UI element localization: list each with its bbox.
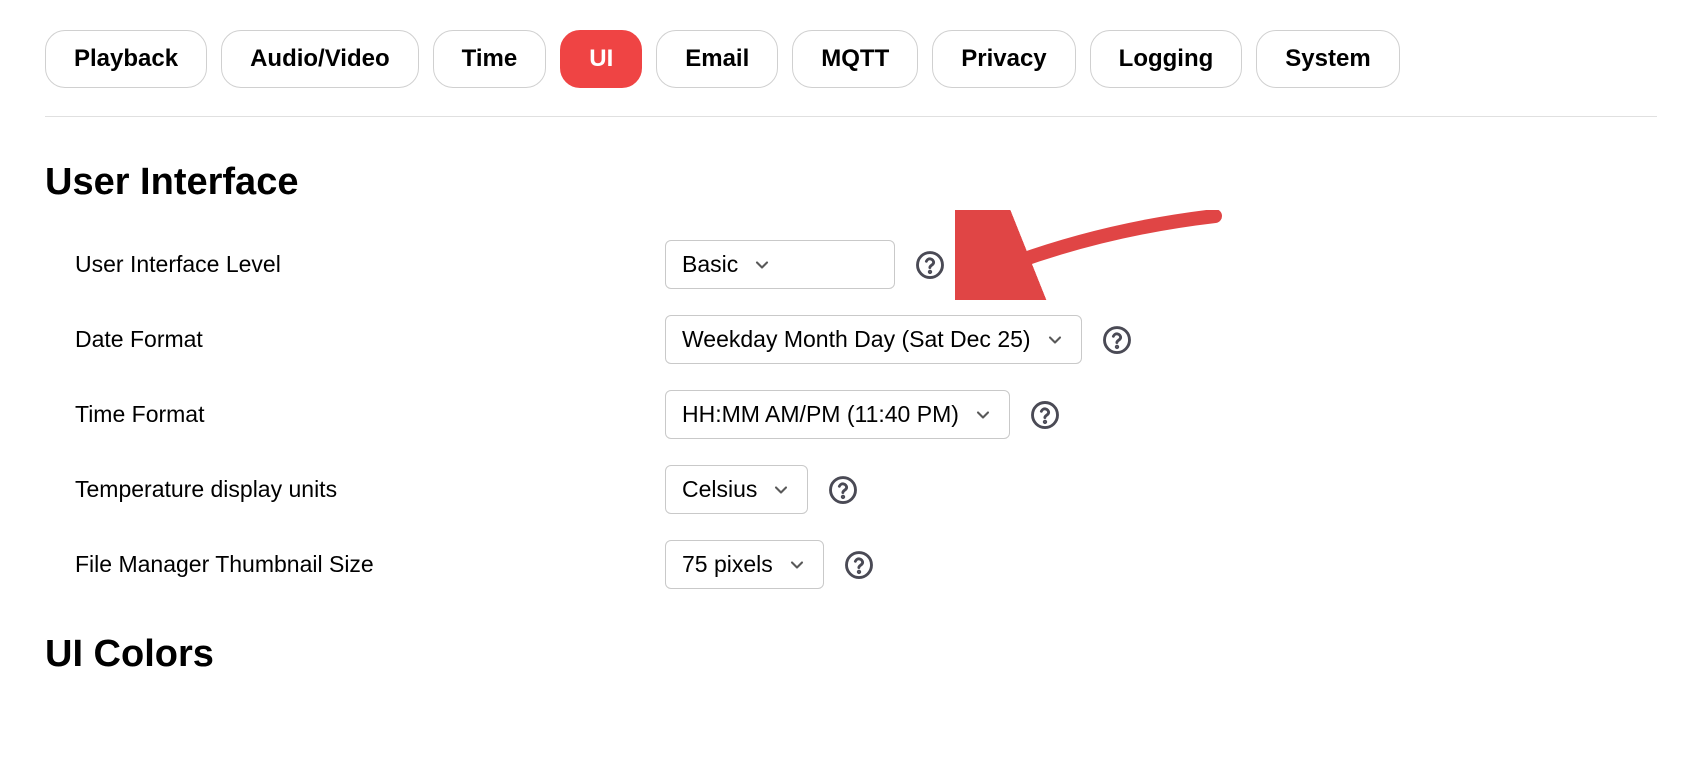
label-thumbnail-size: File Manager Thumbnail Size	[45, 551, 665, 578]
tab-mqtt[interactable]: MQTT	[792, 30, 918, 88]
select-value-date-format: Weekday Month Day (Sat Dec 25)	[682, 326, 1031, 353]
tab-email[interactable]: Email	[656, 30, 778, 88]
label-temp-units: Temperature display units	[45, 476, 665, 503]
select-value-ui-level: Basic	[682, 251, 738, 278]
field-temp-units: Temperature display units Celsius	[45, 465, 1657, 514]
tab-bar: Playback Audio/Video Time UI Email MQTT …	[45, 30, 1657, 117]
label-time-format: Time Format	[45, 401, 665, 428]
field-time-format: Time Format HH:MM AM/PM (11:40 PM)	[45, 390, 1657, 439]
help-icon[interactable]	[1030, 400, 1060, 430]
label-date-format: Date Format	[45, 326, 665, 353]
field-ui-level: User Interface Level Basic	[45, 240, 1657, 289]
help-icon[interactable]	[828, 475, 858, 505]
select-value-temp-units: Celsius	[682, 476, 757, 503]
tab-time[interactable]: Time	[433, 30, 547, 88]
section-heading-user-interface: User Interface	[45, 161, 1657, 204]
field-thumbnail-size: File Manager Thumbnail Size 75 pixels	[45, 540, 1657, 589]
chevron-down-icon	[973, 405, 993, 425]
chevron-down-icon	[1045, 330, 1065, 350]
tab-logging[interactable]: Logging	[1090, 30, 1243, 88]
select-thumbnail-size[interactable]: 75 pixels	[665, 540, 824, 589]
field-date-format: Date Format Weekday Month Day (Sat Dec 2…	[45, 315, 1657, 364]
chevron-down-icon	[752, 255, 772, 275]
tab-audio-video[interactable]: Audio/Video	[221, 30, 419, 88]
chevron-down-icon	[771, 480, 791, 500]
tab-privacy[interactable]: Privacy	[932, 30, 1075, 88]
help-icon[interactable]	[915, 250, 945, 280]
select-time-format[interactable]: HH:MM AM/PM (11:40 PM)	[665, 390, 1010, 439]
select-value-time-format: HH:MM AM/PM (11:40 PM)	[682, 401, 959, 428]
select-date-format[interactable]: Weekday Month Day (Sat Dec 25)	[665, 315, 1082, 364]
tab-ui[interactable]: UI	[560, 30, 642, 88]
tab-playback[interactable]: Playback	[45, 30, 207, 88]
tab-system[interactable]: System	[1256, 30, 1399, 88]
help-icon[interactable]	[1102, 325, 1132, 355]
select-ui-level[interactable]: Basic	[665, 240, 895, 289]
label-ui-level: User Interface Level	[45, 251, 665, 278]
section-heading-ui-colors: UI Colors	[45, 633, 1657, 676]
select-value-thumbnail-size: 75 pixels	[682, 551, 773, 578]
select-temp-units[interactable]: Celsius	[665, 465, 808, 514]
chevron-down-icon	[787, 555, 807, 575]
help-icon[interactable]	[844, 550, 874, 580]
